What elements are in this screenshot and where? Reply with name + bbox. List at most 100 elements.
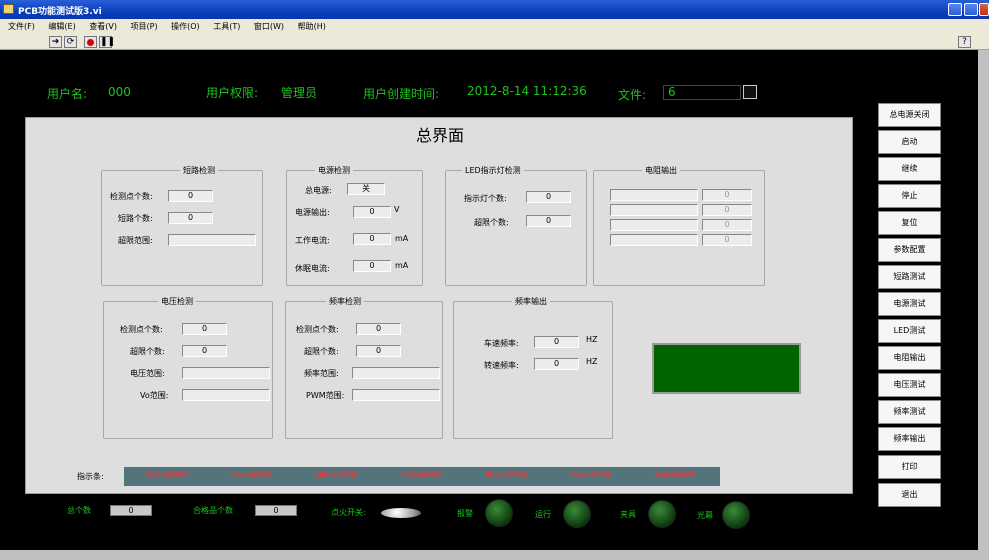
power-out-unit: V <box>394 205 400 214</box>
maximize-button[interactable] <box>964 3 978 16</box>
fixture-led <box>648 500 676 528</box>
freq-range-value <box>352 367 440 379</box>
short-points-label: 检测点个数: <box>110 192 153 201</box>
fire-label: 点火开关: <box>331 508 366 517</box>
power-sleep-value: 0 <box>353 260 391 272</box>
power-out-label: 电源输出: <box>295 208 330 217</box>
resistor-group: 电阻输出 0 0 0 0 <box>593 165 765 286</box>
car-freq-label: 车速频率: <box>484 339 519 348</box>
freq-group: 频率检测 检测点个数: 0 超限个数: 0 频率范围: PWM范围: <box>285 296 443 439</box>
perm-value: 管理员 <box>281 86 318 100</box>
indicator-power: 电源测试完成 <box>210 467 292 484</box>
green-display <box>652 343 801 394</box>
freq-output-title: 频率输出 <box>512 296 550 307</box>
led-over-label: 超限个数: <box>474 218 509 227</box>
file-input[interactable]: 6 <box>663 85 741 100</box>
resistor-title: 电阻输出 <box>642 165 680 176</box>
indicator-freq-test: 频率测试完成 <box>549 467 631 484</box>
perm-label: 用户权限: <box>206 86 259 100</box>
power-main-value: 关 <box>347 183 385 195</box>
led-title: LED指示灯检测 <box>462 165 524 176</box>
short-points-value: 0 <box>168 190 213 202</box>
freq-output-group: 频率输出 车速频率: 0 HZ 转速频率: 0 HZ <box>453 296 613 439</box>
short-range-label: 超限范围: <box>118 236 153 245</box>
voltage-range-label: 电压范围: <box>130 369 165 378</box>
reset-button[interactable]: 复位 <box>878 211 941 235</box>
menu-window[interactable]: 窗口(W) <box>254 22 284 31</box>
voltage-vo-value <box>182 389 270 401</box>
pause-icon[interactable]: ❚❚ <box>99 36 115 48</box>
menu-help[interactable]: 帮助(H) <box>298 22 326 31</box>
run-continuous-icon[interactable]: ⟳ <box>64 36 77 48</box>
resistor-value-4: 0 <box>702 234 752 246</box>
resistor-value-3: 0 <box>702 219 752 231</box>
menu-file[interactable]: 文件(F) <box>8 22 35 31</box>
indicator-short: 短路测试完成 <box>126 467 208 484</box>
continue-button[interactable]: 继续 <box>878 157 941 181</box>
voltage-points-label: 检测点个数: <box>120 325 163 334</box>
menu-tools[interactable]: 工具(T) <box>213 22 240 31</box>
fixture-label: 夹具 <box>620 510 636 519</box>
freq-points-value: 0 <box>356 323 401 335</box>
short-count-value: 0 <box>168 212 213 224</box>
freq-test-button[interactable]: 频率测试 <box>878 400 941 424</box>
menu-project[interactable]: 项目(P) <box>131 22 158 31</box>
freq-title: 频率检测 <box>326 296 364 307</box>
time-label: 用户创建时间: <box>363 87 440 101</box>
freq-over-value: 0 <box>356 345 401 357</box>
power-work-unit: mA <box>395 234 409 243</box>
file-browse-button[interactable] <box>743 85 757 99</box>
indicator-freq-output: 频率输出完成 <box>634 467 716 484</box>
user-value: 000 <box>108 85 131 99</box>
voltage-points-value: 0 <box>182 323 227 335</box>
minimize-button[interactable] <box>948 3 962 16</box>
power-title: 电源检测 <box>315 165 353 176</box>
indicator-strip: 短路测试完成 电源测试完成 LED测试完成 电阻输出完成 电压测试完成 频率测试… <box>124 467 720 486</box>
total-label: 总个数 <box>67 506 91 515</box>
config-button[interactable]: 参数配置 <box>878 238 941 262</box>
led-test-button[interactable]: LED测试 <box>878 319 941 343</box>
voltage-test-button[interactable]: 电压测试 <box>878 373 941 397</box>
short-test-button[interactable]: 短路测试 <box>878 265 941 289</box>
voltage-title: 电压检测 <box>158 296 196 307</box>
voltage-group: 电压检测 检测点个数: 0 超限个数: 0 电压范围: Vo范围: <box>103 296 273 439</box>
power-off-button[interactable]: 总电源关闭 <box>878 103 941 127</box>
freq-output-button[interactable]: 频率输出 <box>878 427 941 451</box>
voltage-vo-label: Vo范围: <box>140 391 169 400</box>
power-test-button[interactable]: 电源测试 <box>878 292 941 316</box>
title-bar: PCB功能测试版3.vi <box>0 0 989 19</box>
alarm-label: 报警 <box>457 509 473 518</box>
alarm-led <box>485 499 513 527</box>
short-title: 短路检测 <box>180 165 218 176</box>
fire-switch[interactable] <box>381 508 421 518</box>
exit-button[interactable]: 退出 <box>878 483 941 507</box>
run-label: 运行 <box>535 510 551 519</box>
freq-pwm-label: PWM范围: <box>306 391 345 400</box>
indicator-voltage: 电压测试完成 <box>465 467 547 484</box>
menu-operate[interactable]: 操作(O) <box>171 22 200 31</box>
abort-icon[interactable] <box>84 36 97 48</box>
resistor-output-button[interactable]: 电阻输出 <box>878 346 941 370</box>
help-icon[interactable]: ? <box>958 36 971 48</box>
window-title: PCB功能测试版3.vi <box>18 7 102 17</box>
freq-range-label: 频率范围: <box>304 369 339 378</box>
curtain-led <box>722 501 750 529</box>
menu-view[interactable]: 查看(V) <box>89 22 117 31</box>
run-arrow-icon[interactable]: ➔ <box>49 36 62 48</box>
start-button[interactable]: 启动 <box>878 130 941 154</box>
resistor-bar-2 <box>610 204 698 216</box>
user-label: 用户名: <box>47 87 88 101</box>
close-button[interactable] <box>979 3 989 16</box>
stop-button[interactable]: 停止 <box>878 184 941 208</box>
short-count-label: 短路个数: <box>118 214 153 223</box>
menu-edit[interactable]: 编辑(E) <box>48 22 75 31</box>
rot-freq-unit: HZ <box>586 357 598 366</box>
indicator-label: 指示条: <box>77 472 104 481</box>
rot-freq-label: 转速频率: <box>484 361 519 370</box>
resistor-bar-3 <box>610 219 698 231</box>
voltage-over-label: 超限个数: <box>130 347 165 356</box>
print-button[interactable]: 打印 <box>878 455 941 479</box>
freq-pwm-value <box>352 389 440 401</box>
led-count-label: 指示灯个数: <box>464 194 507 203</box>
car-freq-unit: HZ <box>586 335 598 344</box>
